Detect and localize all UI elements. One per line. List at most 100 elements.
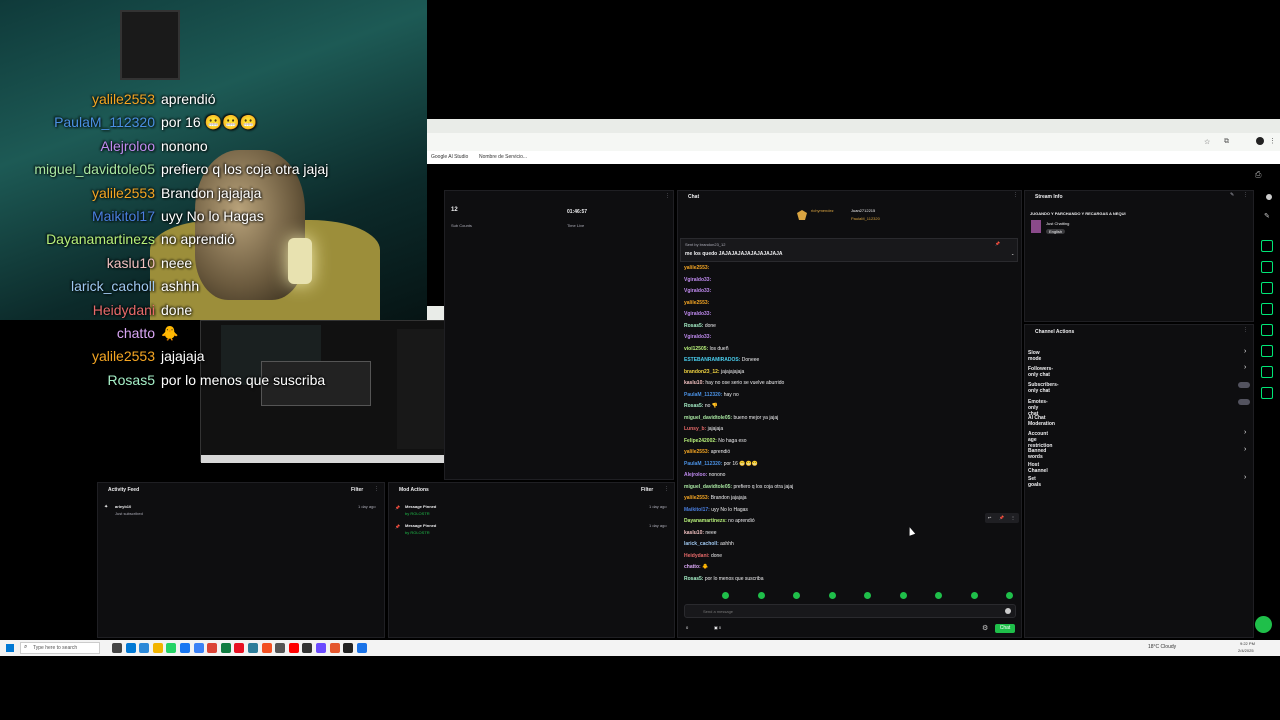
leader-3[interactable]: PaulaM_112320 bbox=[851, 216, 880, 221]
channel-action-item[interactable]: Banned words bbox=[1028, 448, 1046, 460]
printer-icon[interactable]: ⎙ bbox=[1255, 170, 1261, 180]
clock-date[interactable]: 2/4/2025 bbox=[1238, 648, 1254, 653]
chat-username[interactable]: Vgiraldo33: bbox=[684, 277, 711, 283]
chat-message[interactable]: Lunsy_b: jajajaja bbox=[684, 426, 723, 432]
emote-icon[interactable] bbox=[899, 592, 907, 599]
taskbar-app-icon[interactable] bbox=[275, 643, 286, 653]
chat-message[interactable]: chatto: 🐥 bbox=[684, 564, 708, 570]
taskbar-app-icon[interactable] bbox=[248, 643, 258, 653]
channel-action-item[interactable]: Followers-only chat bbox=[1028, 366, 1053, 378]
emote-picker-icon[interactable] bbox=[1005, 608, 1011, 614]
chat-message[interactable]: Maikitol17: uyy No lo Hagas bbox=[684, 507, 748, 513]
channel-action-item[interactable]: AI Chat Moderation bbox=[1028, 415, 1055, 427]
taskbar-app-icon[interactable] bbox=[356, 643, 367, 653]
start-icon[interactable] bbox=[6, 644, 14, 652]
chat-username[interactable]: Alejroloo: bbox=[684, 472, 707, 478]
taskbar-search[interactable]: ⌕ Type here to search bbox=[20, 642, 100, 654]
toggle-switch[interactable] bbox=[1238, 399, 1250, 405]
browser-tab-bar[interactable] bbox=[427, 119, 1280, 133]
chat-username[interactable]: larick_cacholl: bbox=[684, 541, 719, 547]
chat-message[interactable]: PaulaM_112320: por 16 😬😬😬 bbox=[684, 461, 758, 467]
menu-icon[interactable]: ⋮ bbox=[1269, 137, 1276, 145]
chat-username[interactable]: kaslu10: bbox=[684, 380, 704, 386]
chat-username[interactable]: Vgiraldo33: bbox=[684, 334, 711, 340]
chevron-right-icon[interactable]: › bbox=[1244, 474, 1246, 481]
reply-icon[interactable]: ↩ bbox=[988, 515, 991, 520]
chat-message[interactable]: kaslu10: hay no ose serio se vuelve abur… bbox=[684, 380, 784, 386]
channel-action-item[interactable]: Set goals bbox=[1028, 476, 1041, 488]
chat-message[interactable]: Felipe242002: No haga eso bbox=[684, 438, 747, 444]
chevron-right-icon[interactable]: › bbox=[1244, 364, 1246, 371]
chat-username[interactable]: miguel_davidtole05: bbox=[684, 484, 732, 490]
activity-user[interactable]: arleyb10 bbox=[115, 504, 131, 509]
quick-action-icon[interactable] bbox=[1261, 261, 1273, 273]
chevron-right-icon[interactable]: › bbox=[1244, 429, 1246, 436]
quick-action-icon[interactable] bbox=[1261, 324, 1273, 336]
stream-tag[interactable]: English bbox=[1046, 229, 1066, 234]
chat-username[interactable]: yalile2553: bbox=[684, 265, 709, 271]
edit-icon[interactable]: ✎ bbox=[1230, 192, 1234, 198]
chevron-right-icon[interactable]: › bbox=[1244, 348, 1246, 355]
channel-action-item[interactable]: Slow mode bbox=[1028, 350, 1041, 362]
toggle-switch[interactable] bbox=[1238, 382, 1250, 388]
chat-bubble-icon[interactable] bbox=[1255, 616, 1272, 633]
emote-icon[interactable] bbox=[722, 592, 729, 599]
taskbar-app-icon[interactable] bbox=[152, 643, 163, 653]
chat-username[interactable]: ESTEBANRAMIRADOS: bbox=[684, 357, 740, 363]
settings-gear-icon[interactable]: ⚙ bbox=[982, 624, 988, 632]
chat-username[interactable]: PaulaM_112320: bbox=[684, 461, 722, 467]
chat-username[interactable]: Vgiraldo33: bbox=[684, 311, 711, 317]
taskbar-app-icon[interactable] bbox=[316, 643, 326, 653]
chat-message[interactable]: yalile2553: bbox=[684, 265, 709, 271]
emote-icon[interactable] bbox=[793, 592, 800, 599]
leader-2[interactable]: Juan2712215 bbox=[851, 208, 875, 213]
chat-message[interactable]: vioI12505: los dueñ bbox=[684, 346, 728, 352]
chat-username[interactable]: yalile2553: bbox=[684, 300, 709, 306]
activity-filter-button[interactable]: Filter bbox=[351, 487, 363, 493]
emote-icon[interactable] bbox=[1006, 592, 1013, 599]
chat-username[interactable]: Maikitol17: bbox=[684, 507, 710, 513]
chat-message[interactable]: Rosas5: no 👎 bbox=[684, 403, 718, 409]
chat-message[interactable]: miguel_davidtole05: bueno mejor ya jajaj bbox=[684, 415, 778, 421]
emote-icon[interactable] bbox=[757, 592, 765, 599]
taskbar-app-icon[interactable] bbox=[180, 643, 190, 653]
emote-icon[interactable] bbox=[970, 592, 978, 599]
chevron-right-icon[interactable]: › bbox=[1244, 446, 1246, 453]
stats-menu-icon[interactable]: ⋮ bbox=[665, 193, 670, 199]
mod-action-2-by[interactable]: by ROLOSTR bbox=[405, 530, 430, 535]
chat-menu-icon[interactable]: ⋮ bbox=[1013, 192, 1018, 198]
chat-message[interactable]: yalile2553: bbox=[684, 300, 709, 306]
weather-text[interactable]: 18°C Cloudy bbox=[1148, 644, 1176, 650]
chat-message[interactable]: Alejroloo: nonono bbox=[684, 472, 725, 478]
chat-message[interactable]: Heidydani: done bbox=[684, 553, 722, 559]
emote-icon[interactable] bbox=[864, 592, 871, 599]
chat-message[interactable]: Rosas5: done bbox=[684, 323, 716, 329]
activity-menu-icon[interactable]: ⋮ bbox=[374, 486, 379, 492]
quick-action-icon[interactable] bbox=[1261, 366, 1273, 378]
taskbar-app-icon[interactable] bbox=[261, 643, 272, 653]
taskbar-app-icon[interactable] bbox=[207, 643, 218, 653]
pin-msg-icon[interactable]: 📌 bbox=[999, 515, 1004, 520]
more-icon[interactable]: ⋮ bbox=[1011, 515, 1015, 520]
quick-action-icon[interactable] bbox=[1261, 387, 1273, 399]
taskbar-app-icon[interactable] bbox=[112, 643, 122, 653]
taskbar-app-icon[interactable] bbox=[234, 643, 245, 653]
channel-action-item[interactable]: Subscribers-only chat bbox=[1028, 382, 1059, 394]
bits-count[interactable]: ▣ 0 bbox=[714, 625, 721, 630]
mod-action-1-by[interactable]: by ROLOSTR bbox=[405, 511, 430, 516]
chat-message[interactable]: ESTEBANRAMIRADOS: Doneee bbox=[684, 357, 759, 363]
channel-points[interactable]: 0 bbox=[686, 625, 688, 630]
pin-icon[interactable]: 📌 bbox=[995, 241, 1000, 246]
notifications-icon[interactable] bbox=[1266, 194, 1272, 200]
chat-message[interactable]: brandon23_12: jajajajajaja bbox=[684, 369, 744, 375]
taskbar-app-icon[interactable] bbox=[166, 643, 177, 653]
chat-username[interactable]: Heidydani: bbox=[684, 553, 710, 559]
chat-username[interactable]: yalile2553: bbox=[684, 495, 709, 501]
chat-message[interactable]: larick_cacholl: ashhh bbox=[684, 541, 734, 547]
chat-message[interactable]: kaslu10: neee bbox=[684, 530, 717, 536]
channel-action-item[interactable]: Host Channel bbox=[1028, 462, 1048, 474]
taskbar-app-icon[interactable] bbox=[220, 643, 231, 653]
taskbar-app-icon[interactable] bbox=[302, 643, 313, 653]
mod-filter-button[interactable]: Filter bbox=[641, 487, 653, 493]
clock-time[interactable]: 9:22 PM bbox=[1240, 641, 1255, 646]
